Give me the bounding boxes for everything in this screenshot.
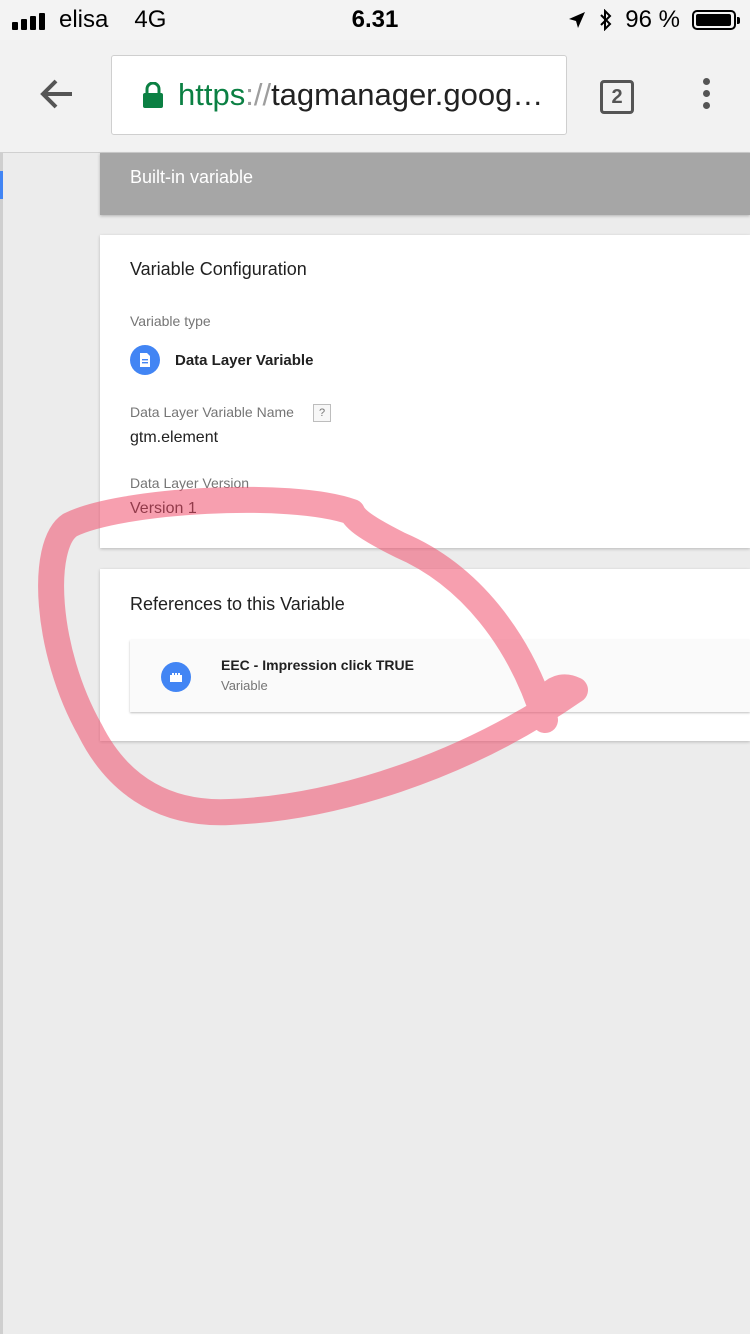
screen: elisa 4G 6.31 96 % https://tagmanager.go… — [0, 0, 750, 1334]
references-title: References to this Variable — [130, 594, 345, 614]
battery-percent: 96 % — [625, 6, 680, 33]
location-arrow-icon — [569, 12, 586, 28]
variable-header-label: Built-in variable — [130, 167, 254, 187]
variable-type-row: Data Layer Variable — [130, 345, 313, 375]
reference-type: Variable — [221, 678, 268, 693]
variable-name-label: Data Layer Variable Name — [130, 404, 294, 420]
battery-fill — [696, 14, 731, 26]
help-icon[interactable]: ? — [313, 404, 331, 422]
document-icon — [130, 345, 160, 375]
status-bar: elisa 4G 6.31 96 % — [0, 0, 750, 40]
data-layer-version-label: Data Layer Version — [130, 475, 250, 491]
url-host: tagmanager.goog… — [271, 77, 544, 112]
side-panel-edge — [0, 153, 3, 1334]
battery-icon — [692, 10, 740, 30]
status-right: 96 % — [567, 6, 740, 34]
data-layer-version-value: Version 1 — [130, 500, 197, 517]
variable-block-icon — [161, 662, 191, 692]
url-separator: :// — [245, 77, 272, 112]
url-text: https://tagmanager.goog… — [178, 77, 543, 113]
back-arrow-icon[interactable] — [34, 72, 78, 116]
card-title: Variable Configuration — [130, 259, 307, 279]
references-card: References to this Variable EEC - Impres… — [100, 569, 750, 741]
variable-name-value: gtm.element — [130, 429, 219, 446]
variable-configuration-card: Variable Configuration Variable type Dat… — [100, 235, 750, 548]
lock-icon — [143, 82, 163, 108]
reference-name: EEC - Impression click TRUE — [221, 657, 414, 673]
address-bar[interactable]: https://tagmanager.goog… — [111, 55, 567, 135]
url-scheme: https — [178, 77, 246, 112]
variable-header-bar: Built-in variable — [100, 153, 750, 215]
bluetooth-icon — [600, 9, 612, 31]
reference-item[interactable]: EEC - Impression click TRUE Variable — [130, 640, 750, 712]
variable-type-label: Variable type — [130, 313, 211, 329]
variable-type-value: Data Layer Variable — [175, 351, 314, 369]
browser-toolbar: https://tagmanager.goog… 2 — [0, 40, 750, 153]
overflow-menu-icon[interactable] — [696, 78, 716, 118]
tab-switcher-button[interactable]: 2 — [600, 80, 634, 114]
